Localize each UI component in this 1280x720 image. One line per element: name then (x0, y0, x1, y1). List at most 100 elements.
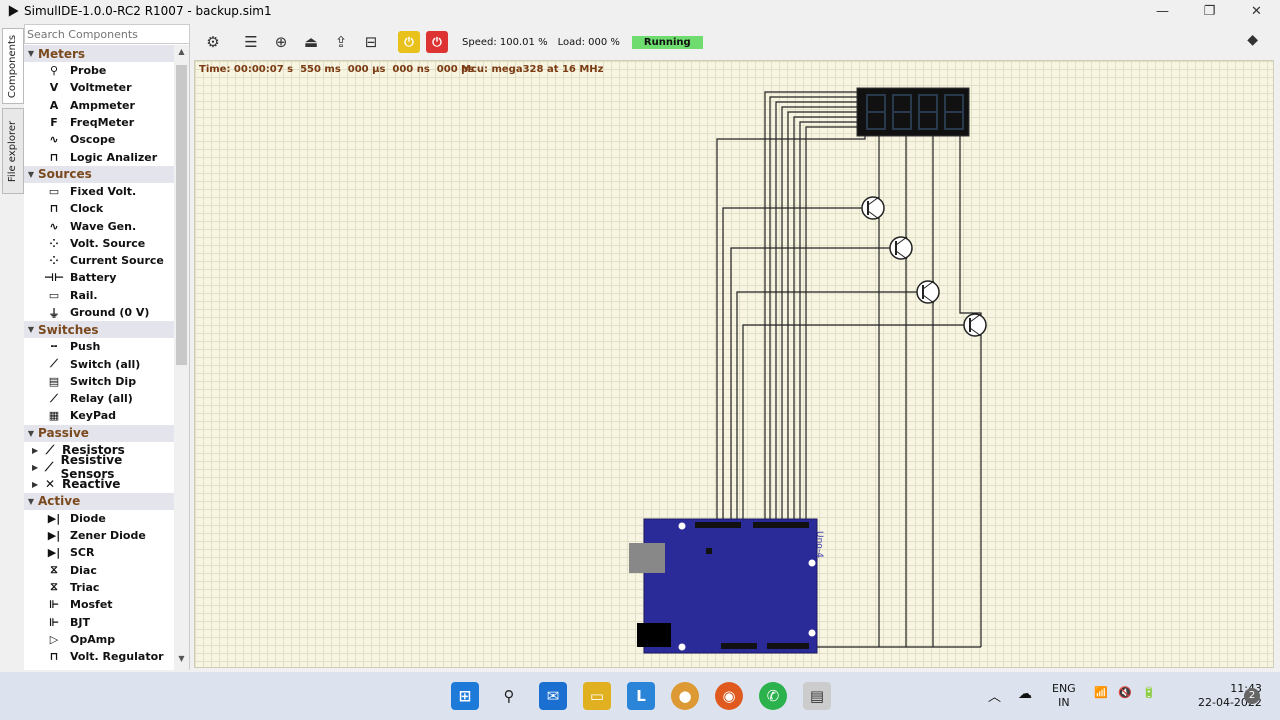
new-circuit-icon[interactable]: ⊕ (268, 29, 294, 55)
component-item[interactable]: ⊓ Volt. Regulator (24, 648, 174, 665)
component-item[interactable]: ⧖ Diac (24, 562, 174, 579)
chevron-right-icon[interactable]: ▶ (32, 446, 42, 455)
power-simulation-icon[interactable]: ⏻ (426, 31, 448, 53)
component-label: Battery (70, 271, 117, 285)
language-indicator[interactable]: ENG IN (1052, 682, 1076, 710)
component-item[interactable]: ⊩ Mosfet (24, 596, 174, 613)
close-button[interactable]: ✕ (1233, 0, 1280, 22)
component-label: Switch Dip (70, 374, 137, 388)
component-item[interactable]: ▭ Rail. (24, 287, 174, 304)
file-explorer-icon[interactable]: ▭ (583, 682, 611, 710)
save-as-icon[interactable]: ⊟ (358, 29, 384, 55)
settings-gear-icon[interactable]: ⚙ (200, 29, 226, 55)
transistor-q3[interactable] (916, 280, 940, 304)
wifi-icon[interactable]: 📶 (1094, 686, 1108, 699)
component-item[interactable]: ⟋ Switch (all) (24, 355, 174, 372)
minimize-button[interactable]: — (1139, 0, 1186, 22)
component-icon: ⊩ (48, 598, 60, 612)
component-item[interactable]: ▦ KeyPad (24, 407, 174, 424)
component-item[interactable]: ⏚ Ground (0 V) (24, 304, 174, 321)
component-item[interactable]: ⊓ Logic Analizer (24, 148, 174, 165)
simulide-taskbar-icon[interactable]: ▤ (803, 682, 831, 710)
chevron-down-icon[interactable]: ▼ (24, 325, 38, 334)
component-item[interactable]: ⊩ BJT (24, 613, 174, 630)
learning-app-icon[interactable]: L (627, 682, 655, 710)
category-switches[interactable]: ▼ Switches (24, 321, 174, 339)
panel-scrollbar[interactable]: ▲ ▼ (174, 45, 189, 670)
battery-icon[interactable]: 🔋 (1142, 686, 1156, 699)
notification-count-badge[interactable]: 2 (1244, 688, 1260, 704)
component-item[interactable]: A Ampmeter (24, 97, 174, 114)
component-item[interactable]: ∿ Wave Gen. (24, 217, 174, 234)
pause-simulation-icon[interactable]: ⏻ (398, 31, 420, 53)
component-label: Logic Analizer (70, 150, 158, 164)
category-active[interactable]: ▼ Active (24, 492, 174, 510)
subcategory-item[interactable]: ▶ ⟋ Resistive Sensors (24, 453, 174, 481)
app-icon (8, 5, 19, 17)
component-item[interactable]: ⧖ Triac (24, 579, 174, 596)
component-item[interactable]: ▶| Diode (24, 510, 174, 527)
component-icon: ∿ (49, 133, 59, 147)
info-icon[interactable]: ◆ (1247, 32, 1258, 48)
chevron-down-icon[interactable]: ▼ (24, 170, 38, 179)
component-item[interactable]: ⊣⊢ Battery (24, 269, 174, 286)
search-components-input[interactable] (24, 24, 190, 44)
category-passive[interactable]: ▼ Passive (24, 424, 174, 442)
scroll-thumb[interactable] (176, 65, 187, 365)
transistor-q2[interactable] (889, 236, 913, 260)
component-item[interactable]: ╍ Push (24, 338, 174, 355)
arduino-uno-board[interactable] (629, 518, 818, 654)
scroll-down-icon[interactable]: ▼ (174, 654, 189, 668)
component-label: SCR (70, 546, 95, 560)
transistor-q4[interactable] (963, 313, 987, 337)
component-item[interactable]: F FreqMeter (24, 114, 174, 131)
restore-button[interactable]: ❐ (1186, 0, 1233, 22)
component-item[interactable]: ⚲ Probe (24, 62, 174, 79)
category-meters[interactable]: ▼ Meters (24, 45, 174, 62)
tab-file-explorer[interactable]: File explorer (2, 108, 24, 194)
chevron-down-icon[interactable]: ▼ (24, 49, 38, 58)
component-icon: ▶| (47, 511, 61, 525)
component-item[interactable]: V Voltmeter (24, 79, 174, 96)
component-item[interactable]: ∿ Oscope (24, 131, 174, 148)
volume-muted-icon[interactable]: 🔇 (1118, 686, 1132, 699)
component-item[interactable]: ⊓ Clock (24, 200, 174, 217)
seven-segment-display[interactable] (856, 87, 970, 137)
component-item[interactable]: ▷ OpAmp (24, 631, 174, 648)
tab-components[interactable]: Components (2, 28, 24, 104)
component-label: Oscope (70, 133, 116, 147)
component-label: OpAmp (70, 632, 116, 646)
component-item[interactable]: ▤ Switch Dip (24, 373, 174, 390)
component-icon: ⧖ (50, 580, 58, 594)
save-circuit-icon[interactable]: ⇪ (328, 29, 354, 55)
chrome-icon[interactable]: ● (671, 682, 699, 710)
file-menu-icon[interactable]: ☰ (238, 29, 264, 55)
firefox-icon[interactable]: ◉ (715, 682, 743, 710)
component-icon: ⟋ (44, 459, 54, 474)
component-item[interactable]: ▭ Fixed Volt. (24, 183, 174, 200)
chevron-right-icon[interactable]: ▶ (32, 480, 42, 489)
component-item[interactable]: ▶| SCR (24, 544, 174, 561)
category-label: Sources (38, 167, 92, 182)
search-icon[interactable]: ⚲ (495, 682, 523, 710)
onedrive-cloud-icon[interactable]: ☁ (1018, 686, 1032, 702)
scroll-up-icon[interactable]: ▲ (174, 47, 189, 61)
component-item[interactable]: ▶| Zener Diode (24, 527, 174, 544)
category-label: Switches (38, 322, 99, 337)
chevron-right-icon[interactable]: ▶ (32, 463, 41, 472)
component-item[interactable]: ⁘ Volt. Source (24, 235, 174, 252)
transistor-q1[interactable] (861, 196, 885, 220)
whatsapp-icon[interactable]: ✆ (759, 682, 787, 710)
start-windows-icon[interactable]: ⊞ (451, 682, 479, 710)
component-item[interactable]: ⁘ Current Source (24, 252, 174, 269)
show-hidden-icons-icon[interactable]: ︿ (988, 686, 1001, 705)
circuit-canvas[interactable]: Uno-4 Time: 00:00:07 s 550 ms 000 µs 000… (194, 60, 1274, 668)
mail-icon[interactable]: ✉ (539, 682, 567, 710)
chevron-down-icon[interactable]: ▼ (24, 497, 38, 506)
side-tabs: Components File explorer (0, 24, 24, 670)
component-item[interactable]: ⟋ Relay (all) (24, 390, 174, 407)
open-circuit-icon[interactable]: ⏏ (298, 29, 324, 55)
category-sources[interactable]: ▼ Sources (24, 165, 174, 183)
chevron-down-icon[interactable]: ▼ (24, 429, 38, 438)
component-label: Ampmeter (70, 98, 135, 112)
